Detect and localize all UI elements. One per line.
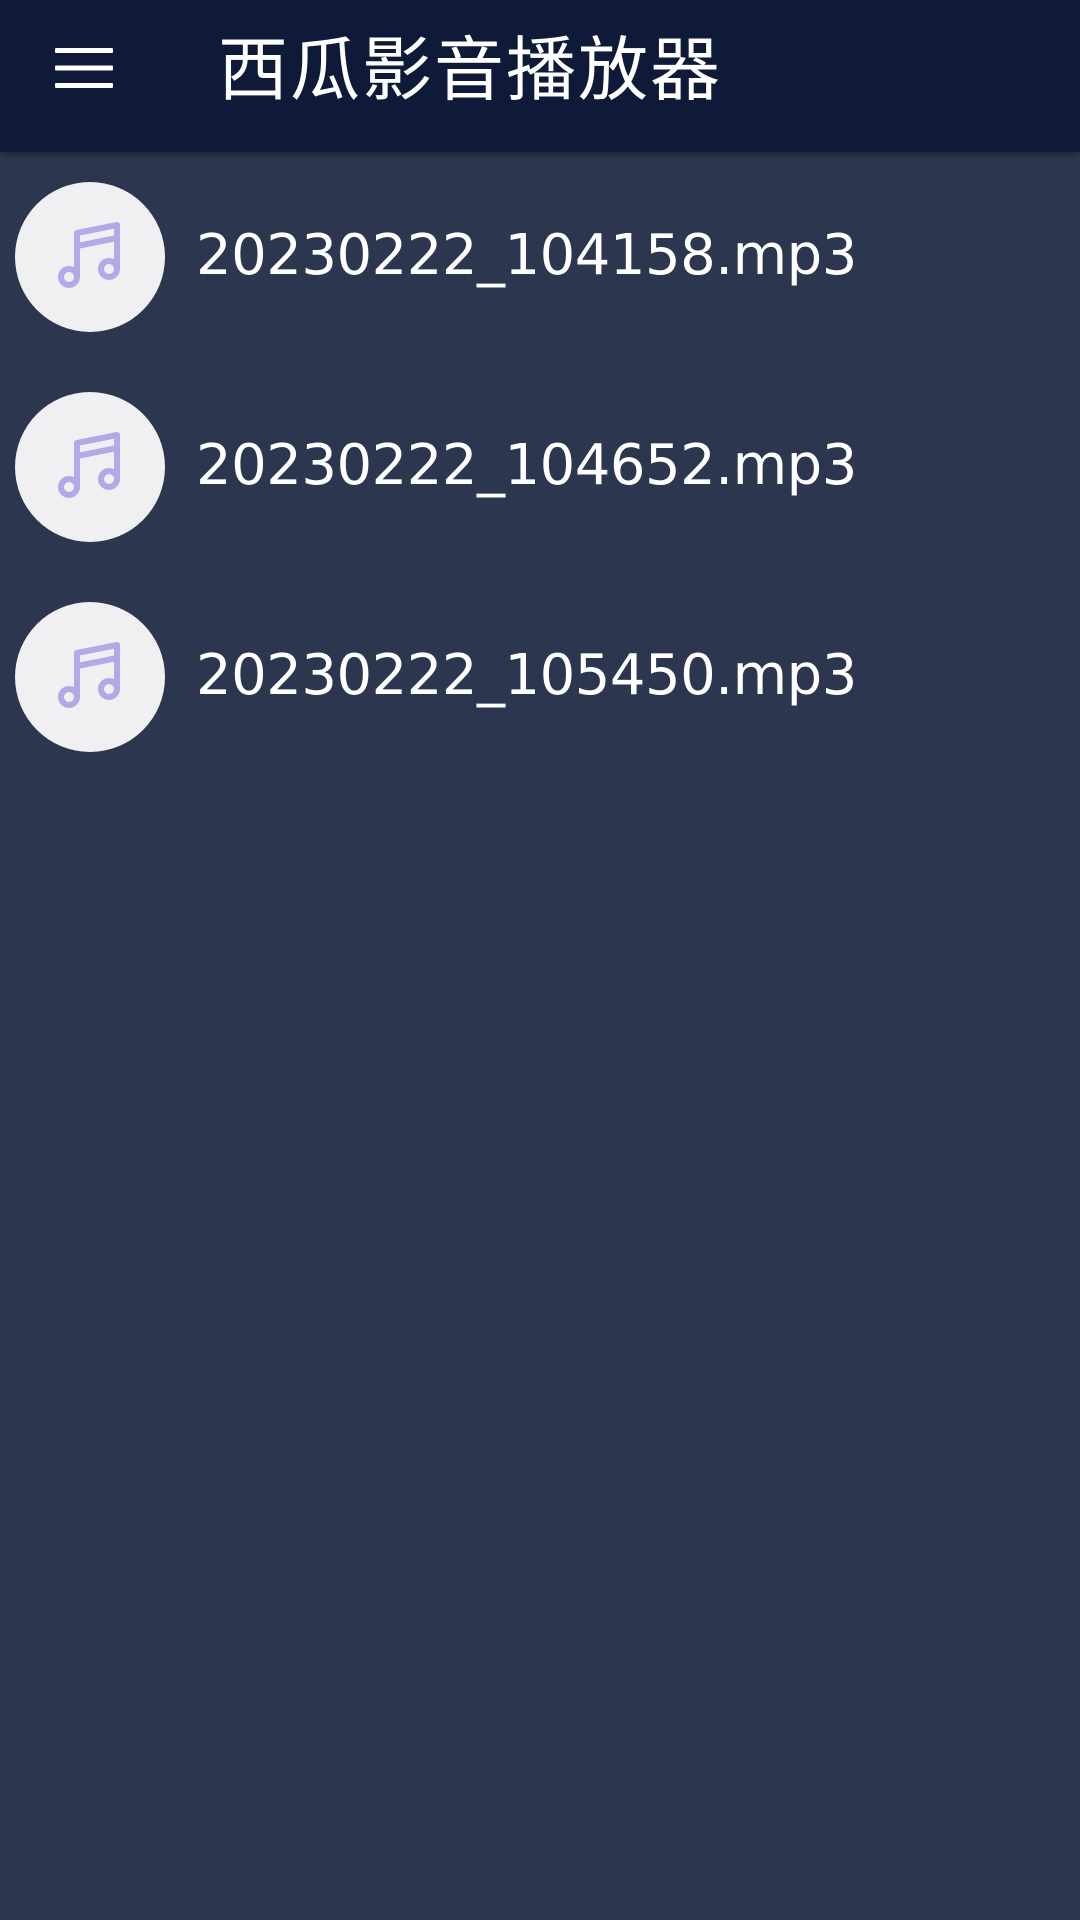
music-note-icon: [58, 222, 120, 288]
file-avatar: [15, 602, 165, 752]
top-app-bar: 西瓜影音播放器: [0, 0, 1080, 152]
list-item[interactable]: 20230222_104158.mp3: [0, 152, 1080, 362]
music-note-icon: [58, 642, 120, 708]
app-screen: 西瓜影音播放器 20230222_104158.mp3 20230222_104…: [0, 0, 1080, 1920]
menu-button[interactable]: [36, 26, 132, 110]
file-name: 20230222_105450.mp3: [196, 643, 857, 708]
file-name: 20230222_104652.mp3: [196, 433, 857, 498]
app-title: 西瓜影音播放器: [218, 29, 722, 111]
file-name: 20230222_104158.mp3: [196, 223, 857, 288]
music-note-icon: [58, 432, 120, 498]
hamburger-menu-icon: [55, 48, 113, 88]
list-item[interactable]: 20230222_105450.mp3: [0, 572, 1080, 782]
file-list: 20230222_104158.mp3 20230222_104652.mp3: [0, 152, 1080, 782]
list-item[interactable]: 20230222_104652.mp3: [0, 362, 1080, 572]
file-avatar: [15, 392, 165, 542]
file-avatar: [15, 182, 165, 332]
